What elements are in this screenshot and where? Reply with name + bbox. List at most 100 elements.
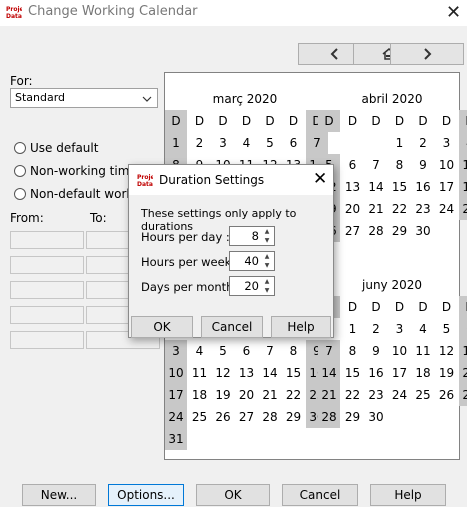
new-button[interactable]: New...	[22, 484, 96, 506]
day-cell[interactable]: 4	[459, 132, 467, 154]
next-month-button[interactable]	[390, 43, 464, 65]
day-cell[interactable]: 15	[283, 362, 305, 384]
day-cell[interactable]: 25	[459, 198, 467, 220]
day-cell[interactable]: 7	[365, 154, 387, 176]
day-cell[interactable]: 17	[436, 176, 458, 198]
day-cell[interactable]: 1	[165, 132, 187, 154]
day-cell[interactable]: 23	[412, 198, 434, 220]
weekday-header[interactable]: D	[389, 110, 411, 132]
day-cell[interactable]: 4	[236, 132, 258, 154]
hours-per-day-stepper[interactable]: 8 ▲ ▼	[229, 226, 275, 246]
day-cell[interactable]: 20	[459, 362, 467, 384]
day-cell[interactable]: 5	[436, 318, 458, 340]
dialog-close-icon[interactable]: ✕	[313, 169, 327, 189]
day-cell[interactable]: 15	[389, 176, 411, 198]
day-cell[interactable]: 19	[436, 362, 458, 384]
non-working-time-radio[interactable]	[14, 165, 26, 177]
from-time-field[interactable]	[10, 306, 84, 324]
weekday-header[interactable]: D	[165, 110, 187, 132]
options-button[interactable]: Options...	[108, 484, 184, 506]
day-cell[interactable]: 20	[342, 198, 364, 220]
day-cell[interactable]: 29	[342, 406, 364, 428]
weekday-header[interactable]: D	[259, 110, 281, 132]
day-cell[interactable]: 3	[436, 132, 458, 154]
day-cell[interactable]: 28	[259, 406, 281, 428]
weekday-header[interactable]: D	[342, 110, 364, 132]
day-cell[interactable]: 6	[236, 340, 258, 362]
weekday-header[interactable]: D	[459, 296, 467, 318]
day-cell[interactable]: 29	[283, 406, 305, 428]
increment-icon[interactable]: ▲	[261, 253, 273, 261]
day-cell[interactable]: 18	[189, 384, 211, 406]
day-cell[interactable]: 14	[365, 176, 387, 198]
day-cell[interactable]: 26	[212, 406, 234, 428]
weekday-header[interactable]: D	[236, 110, 258, 132]
from-time-field[interactable]	[10, 256, 84, 274]
day-cell[interactable]: 23	[365, 384, 387, 406]
day-cell[interactable]: 30	[412, 220, 434, 242]
day-cell[interactable]: 4	[189, 340, 211, 362]
day-cell[interactable]: 16	[412, 176, 434, 198]
day-cell[interactable]: 5	[212, 340, 234, 362]
decrement-icon[interactable]: ▼	[261, 287, 273, 295]
day-cell[interactable]: 24	[165, 406, 187, 428]
day-cell[interactable]: 19	[212, 384, 234, 406]
day-cell[interactable]: 26	[436, 384, 458, 406]
day-cell[interactable]: 10	[165, 362, 187, 384]
day-cell[interactable]: 27	[459, 384, 467, 406]
decrement-icon[interactable]: ▼	[261, 237, 273, 245]
decrement-icon[interactable]: ▼	[261, 262, 273, 270]
day-cell[interactable]: 21	[365, 198, 387, 220]
days-per-month-stepper[interactable]: 20 ▲ ▼	[229, 276, 275, 296]
day-cell[interactable]: 8	[283, 340, 305, 362]
close-icon[interactable]: ✕	[446, 2, 461, 23]
day-cell[interactable]: 31	[165, 428, 187, 450]
day-cell[interactable]: 11	[459, 154, 467, 176]
day-cell[interactable]: 10	[436, 154, 458, 176]
day-cell[interactable]: 6	[459, 318, 467, 340]
non-default-working-time-radio[interactable]	[14, 188, 26, 200]
day-cell[interactable]: 12	[212, 362, 234, 384]
ok-button[interactable]: OK	[196, 484, 270, 506]
day-cell[interactable]: 8	[389, 154, 411, 176]
increment-icon[interactable]: ▲	[261, 278, 273, 286]
from-time-field[interactable]	[10, 331, 84, 349]
day-cell[interactable]: 27	[236, 406, 258, 428]
weekday-header[interactable]: D	[436, 110, 458, 132]
day-cell[interactable]: 28	[318, 406, 340, 428]
day-cell[interactable]: 27	[342, 220, 364, 242]
weekday-header[interactable]: D	[212, 110, 234, 132]
day-cell[interactable]: 22	[342, 384, 364, 406]
day-cell[interactable]: 3	[165, 340, 187, 362]
day-cell[interactable]: 13	[236, 362, 258, 384]
increment-icon[interactable]: ▲	[261, 228, 273, 236]
weekday-header[interactable]: D	[436, 296, 458, 318]
day-cell[interactable]: 21	[318, 384, 340, 406]
day-cell[interactable]: 3	[212, 132, 234, 154]
day-cell[interactable]: 7	[259, 340, 281, 362]
day-cell[interactable]: 7	[318, 340, 340, 362]
day-cell[interactable]: 24	[389, 384, 411, 406]
day-cell[interactable]: 6	[342, 154, 364, 176]
use-default-radio[interactable]	[14, 142, 26, 154]
weekday-header[interactable]: D	[365, 110, 387, 132]
dialog-help-button[interactable]: Help	[271, 316, 331, 338]
help-button[interactable]: Help	[370, 484, 446, 506]
day-cell[interactable]: 13	[459, 340, 467, 362]
day-cell[interactable]: 28	[365, 220, 387, 242]
day-cell[interactable]: 11	[189, 362, 211, 384]
day-cell[interactable]: 8	[342, 340, 364, 362]
day-cell[interactable]: 15	[342, 362, 364, 384]
day-cell[interactable]: 16	[365, 362, 387, 384]
weekday-header[interactable]: D	[389, 296, 411, 318]
day-cell[interactable]: 22	[283, 384, 305, 406]
day-cell[interactable]: 18	[412, 362, 434, 384]
day-cell[interactable]: 1	[342, 318, 364, 340]
from-time-field[interactable]	[10, 281, 84, 299]
day-cell[interactable]: 24	[436, 198, 458, 220]
weekday-header[interactable]: D	[318, 110, 340, 132]
day-cell[interactable]: 13	[342, 176, 364, 198]
weekday-header[interactable]: D	[459, 110, 467, 132]
cancel-button[interactable]: Cancel	[282, 484, 358, 506]
day-cell[interactable]: 2	[412, 132, 434, 154]
